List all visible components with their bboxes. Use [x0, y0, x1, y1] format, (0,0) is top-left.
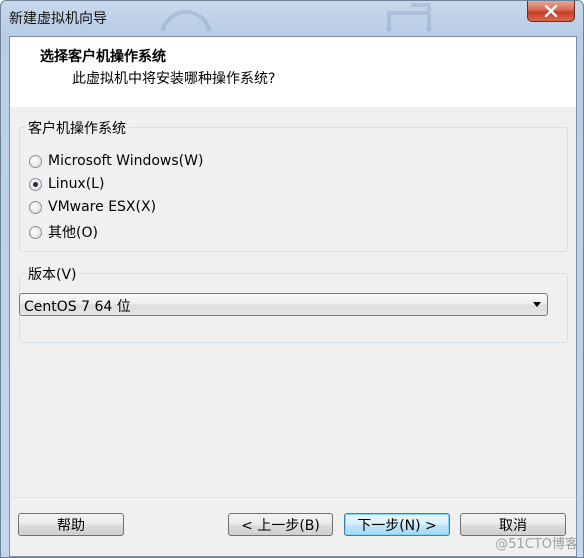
page-subtitle: 此虚拟机中将安装哪种操作系统? — [72, 71, 276, 87]
version-group-label: 版本(V) — [25, 264, 80, 284]
next-button[interactable]: 下一步(N) > — [344, 513, 450, 536]
radio-windows-button[interactable] — [29, 154, 42, 168]
radio-vmware-esx[interactable]: VMware ESX(X) — [29, 199, 156, 215]
radio-other-label: 其他(O) — [48, 225, 98, 241]
watermark: @51CTO博客 — [495, 537, 578, 552]
radio-other[interactable]: 其他(O) — [29, 222, 98, 242]
page-title: 选择客户机操作系统 — [40, 49, 166, 65]
radio-linux-button[interactable] — [29, 177, 42, 191]
guest-os-group-label: 客户机操作系统 — [25, 118, 129, 138]
wizard-footer: 帮助 < 上一步(B) 下一步(N) > 取消 — [9, 497, 577, 557]
radio-linux-label: Linux(L) — [48, 176, 105, 192]
wizard-window: 新建虚拟机向导 选择客户机操作系统 此虚拟机中将安装哪种操作系统? 客户机操作系… — [0, 0, 584, 558]
radio-windows-label: Microsoft Windows(W) — [48, 153, 204, 169]
close-icon — [544, 5, 558, 17]
title-bar[interactable]: 新建虚拟机向导 — [1, 1, 583, 35]
chevron-down-icon[interactable] — [533, 302, 541, 307]
radio-vmware-esx-label: VMware ESX(X) — [48, 199, 157, 215]
guest-os-group: 客户机操作系统 Microsoft Windows(W) Linux(L) VM… — [19, 118, 568, 252]
help-button[interactable]: 帮助 — [18, 513, 124, 536]
background-glyph-icon — [160, 10, 212, 31]
wizard-header: 选择客户机操作系统 此虚拟机中将安装哪种操作系统? — [9, 36, 577, 108]
radio-other-button[interactable] — [29, 225, 42, 239]
window-title: 新建虚拟机向导 — [9, 11, 107, 27]
version-select[interactable]: CentOS 7 64 位 — [19, 293, 548, 316]
background-arrow-icon — [387, 3, 431, 31]
radio-windows[interactable]: Microsoft Windows(W) — [29, 153, 203, 169]
wizard-content: 客户机操作系统 Microsoft Windows(W) Linux(L) VM… — [9, 107, 577, 497]
back-button[interactable]: < 上一步(B) — [228, 513, 333, 536]
radio-vmware-esx-button[interactable] — [29, 200, 42, 214]
version-select-value: CentOS 7 64 位 — [24, 299, 131, 315]
radio-linux[interactable]: Linux(L) — [29, 176, 104, 192]
close-button[interactable] — [527, 1, 575, 22]
